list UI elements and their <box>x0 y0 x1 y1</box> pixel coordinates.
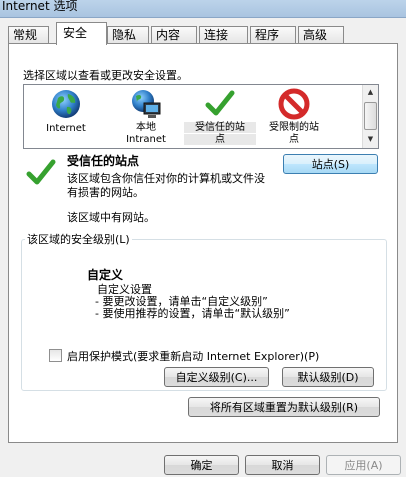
tab-general[interactable]: 常规 <box>8 26 49 44</box>
zone-intranet-label-2: Intranet <box>126 134 166 145</box>
protected-mode-label[interactable]: 启用保护模式(要求重新启动 Internet Explorer)(P) <box>67 348 319 364</box>
security-level-group-label: 该区域的安全级别(L) <box>25 231 132 247</box>
tab-advanced[interactable]: 高级 <box>298 26 344 44</box>
tab-security[interactable]: 安全 <box>56 22 107 45</box>
zone-restricted-sites[interactable]: 受限制的站 点 <box>258 87 330 147</box>
tab-content[interactable]: 内容 <box>151 26 197 44</box>
zone-list-scrollbar[interactable]: ▲ ▼ <box>362 85 378 148</box>
sites-button[interactable]: 站点(S) <box>283 154 378 174</box>
zone-restricted-label-2: 点 <box>289 134 299 145</box>
protected-mode-checkbox[interactable] <box>49 349 62 362</box>
zone-trusted-label-2: 点 <box>184 134 256 145</box>
tab-strip: 常规 安全 隐私 内容 连接 程序 高级 <box>8 22 398 45</box>
zone-sites-note: 该区域中有网站。 <box>67 211 155 224</box>
selected-zone-description: 该区域包含你信任对你的计算机或文件没有损害的网站。 <box>67 172 265 199</box>
security-panel: 选择区域以查看或更改安全设置。 Internet 本地 Intranet 受信任… <box>8 43 398 443</box>
default-level-button[interactable]: 默认级别(D) <box>282 367 374 387</box>
scroll-thumb[interactable] <box>364 102 377 130</box>
zone-restricted-label-1: 受限制的站 <box>269 122 319 133</box>
custom-level-button[interactable]: 自定义级别(C)... <box>164 367 269 387</box>
cancel-button[interactable]: 取消 <box>245 455 320 475</box>
zone-intranet-label-1: 本地 <box>136 122 156 133</box>
scroll-down-arrow-icon[interactable]: ▼ <box>363 132 378 147</box>
ok-button[interactable]: 确定 <box>164 455 239 475</box>
intranet-icon <box>110 87 182 121</box>
zone-local-intranet[interactable]: 本地 Intranet <box>110 87 182 147</box>
scroll-up-arrow-icon[interactable]: ▲ <box>363 85 378 100</box>
zones-label: 选择区域以查看或更改安全设置。 <box>23 69 188 82</box>
restricted-icon <box>258 87 330 121</box>
zone-trusted-sites[interactable]: 受信任的站 点 <box>184 87 256 147</box>
zone-list[interactable]: Internet 本地 Intranet 受信任的站 点 受限制的站 点 ▲ ▼ <box>23 84 379 149</box>
security-level-title: 自定义 <box>87 268 124 282</box>
zone-trusted-label-1: 受信任的站 <box>184 122 256 133</box>
trusted-checkmark-icon <box>25 157 57 192</box>
zone-internet-label: Internet <box>46 123 86 134</box>
checkmark-icon <box>184 87 256 121</box>
zone-internet[interactable]: Internet <box>30 87 102 147</box>
selected-zone-title: 受信任的站点 <box>67 154 140 168</box>
window-titlebar: Internet 选项 <box>0 0 406 18</box>
window-title: Internet 选项 <box>2 0 78 13</box>
apply-button[interactable]: 应用(A) <box>326 455 401 475</box>
tab-connections[interactable]: 连接 <box>199 26 248 44</box>
reset-all-zones-button[interactable]: 将所有区域重置为默认级别(R) <box>188 397 380 417</box>
level-desc-line-3: - 要使用推荐的设置，请单击“默认级别” <box>95 307 290 320</box>
tab-programs[interactable]: 程序 <box>250 26 296 44</box>
globe-icon <box>30 87 102 121</box>
tab-privacy[interactable]: 隐私 <box>107 26 149 44</box>
